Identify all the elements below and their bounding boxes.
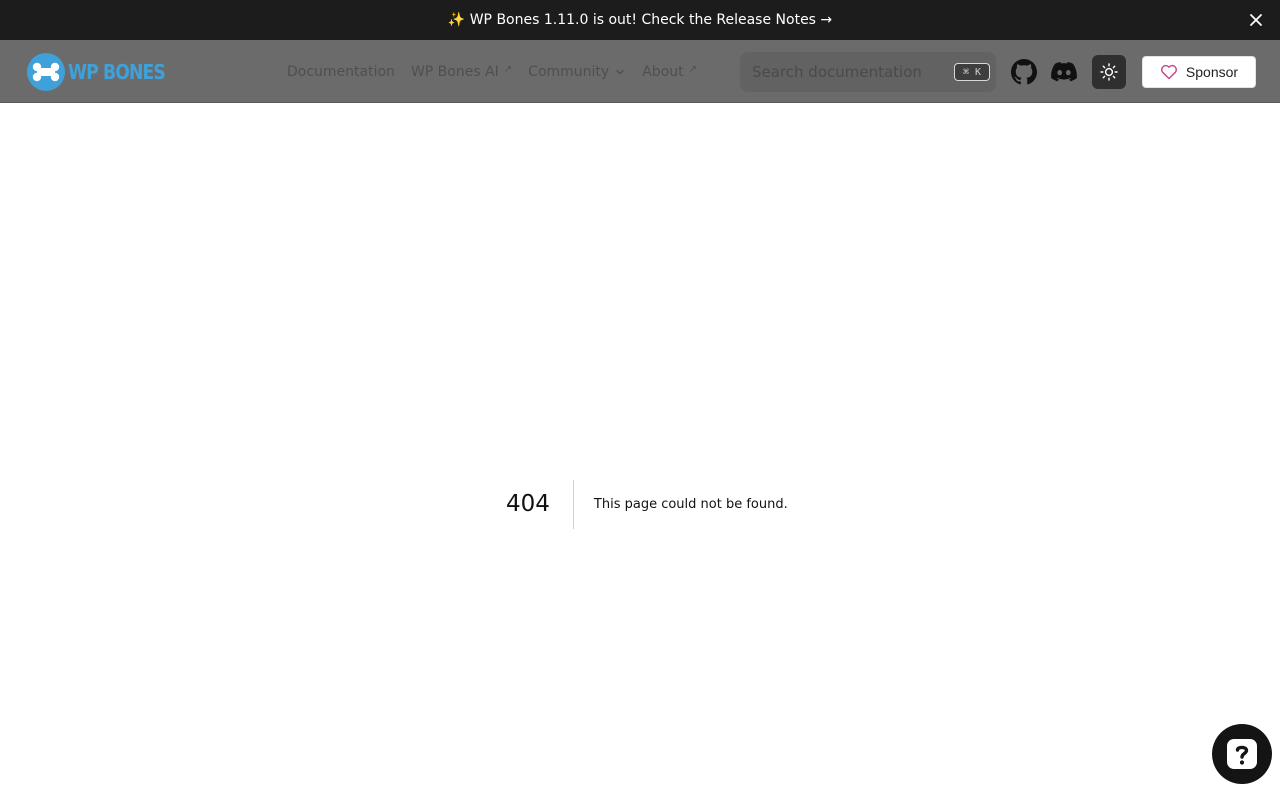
sponsor-button[interactable]: Sponsor bbox=[1142, 56, 1256, 88]
search-input[interactable] bbox=[752, 63, 942, 81]
theme-toggle-button[interactable] bbox=[1092, 55, 1126, 89]
close-icon[interactable] bbox=[1246, 10, 1266, 30]
logo[interactable]: WP BONES bbox=[26, 52, 181, 92]
discord-icon[interactable] bbox=[1051, 59, 1077, 85]
error-message: This page could not be found. bbox=[593, 497, 788, 512]
search-shortcut: ⌘ K bbox=[954, 63, 990, 81]
external-link-icon: ↗ bbox=[688, 63, 697, 75]
main-nav: Documentation WP Bones AI ↗ Community Ab… bbox=[287, 60, 713, 84]
release-notes-link[interactable]: ✨ WP Bones 1.11.0 is out! Check the Rele… bbox=[448, 12, 832, 28]
help-chat-button[interactable] bbox=[1212, 724, 1272, 784]
chevron-down-icon bbox=[616, 69, 624, 75]
external-link-icon: ↗ bbox=[503, 63, 513, 75]
logo-text: WP BONES bbox=[68, 60, 166, 84]
search-box[interactable]: ⌘ K bbox=[740, 52, 996, 92]
sponsor-label: Sponsor bbox=[1185, 64, 1239, 80]
site-header: WP BONES Documentation WP Bones AI ↗ Com… bbox=[0, 40, 1280, 103]
heart-icon bbox=[1160, 64, 1177, 80]
sun-icon bbox=[1100, 63, 1118, 81]
nav-wp-bones-ai[interactable]: WP Bones AI ↗ bbox=[411, 63, 513, 81]
announcement-banner: ✨ WP Bones 1.11.0 is out! Check the Rele… bbox=[0, 0, 1280, 40]
github-icon[interactable] bbox=[1011, 59, 1037, 85]
question-icon bbox=[1227, 739, 1257, 769]
nav-documentation[interactable]: Documentation bbox=[287, 64, 395, 80]
nav-community[interactable]: Community bbox=[528, 64, 626, 80]
error-code: 404 bbox=[506, 480, 574, 529]
not-found-message: 404 This page could not be found. bbox=[506, 480, 788, 529]
nav-about[interactable]: About ↗ bbox=[642, 63, 697, 81]
bone-logo-icon bbox=[27, 53, 65, 91]
